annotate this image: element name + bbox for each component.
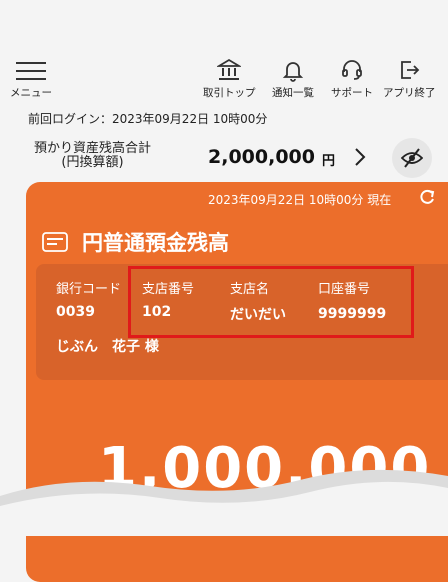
eye-off-icon xyxy=(401,148,423,168)
total-assets-label: 預かり資産残高合計 (円換算額) xyxy=(34,142,151,170)
bank-code-value: 0039 xyxy=(56,304,95,320)
account-owner: じぶん 花子 様 xyxy=(56,339,159,355)
hide-balance-button[interactable] xyxy=(392,138,432,178)
total-label-line1: 預かり資産残高合計 xyxy=(34,141,152,156)
highlight-box xyxy=(128,266,414,338)
card-title: 円普通預金残高 xyxy=(82,231,229,255)
menu-label: メニュー xyxy=(10,87,52,99)
nav-label: 通知一覧 xyxy=(272,87,314,99)
refresh-icon[interactable] xyxy=(418,188,436,206)
headset-icon xyxy=(342,60,362,80)
nav-transaction-top[interactable]: 取引トップ xyxy=(203,58,256,100)
nav-label: サポート xyxy=(331,87,373,99)
nav-support[interactable]: サポート xyxy=(331,58,373,100)
menu-button[interactable]: メニュー xyxy=(6,62,56,100)
bank-code-label: 銀行コード xyxy=(56,282,122,297)
hamburger-icon xyxy=(16,62,46,80)
torn-edge xyxy=(0,469,448,536)
passbook-icon xyxy=(42,232,68,252)
total-assets-unit: 円 xyxy=(322,154,336,169)
total-label-line2: (円換算額) xyxy=(61,155,124,170)
nav-label: アプリ終了 xyxy=(383,87,436,99)
bell-icon xyxy=(282,62,304,82)
chevron-right-icon[interactable] xyxy=(352,146,368,168)
total-assets-value: 2,000,000 xyxy=(208,146,315,168)
last-login: 前回ログイン：2023年09月22日 10時00分 xyxy=(28,112,268,126)
as-of-timestamp: 2023年09月22日 10時00分 現在 xyxy=(208,193,392,207)
nav-notifications[interactable]: 通知一覧 xyxy=(272,58,314,100)
exit-icon xyxy=(401,61,420,79)
nav-label: 取引トップ xyxy=(203,87,256,99)
bank-icon xyxy=(217,58,242,80)
nav-exit-app[interactable]: アプリ終了 xyxy=(383,58,436,100)
